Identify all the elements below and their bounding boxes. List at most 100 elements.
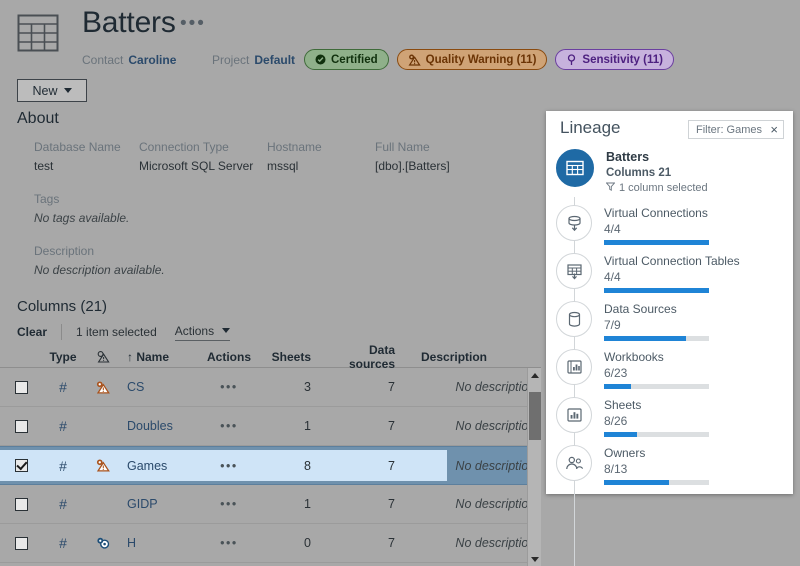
about-label: Full Name xyxy=(375,140,430,154)
header-data-sources[interactable]: Data sources xyxy=(321,343,413,371)
scroll-down-arrow-icon[interactable] xyxy=(528,552,541,566)
header-name[interactable]: ↑ Name xyxy=(123,350,199,364)
table-row[interactable]: # Doubles ••• 1 7 No description xyxy=(0,407,541,446)
title-more-menu-icon[interactable]: ••• xyxy=(180,14,206,33)
row-checkbox-cell[interactable] xyxy=(0,380,43,394)
row-checkbox-cell[interactable] xyxy=(0,419,43,433)
lineage-node-body: Virtual Connection Tables 4/4 xyxy=(604,253,740,293)
row-name[interactable]: Doubles xyxy=(123,419,199,433)
quality-warning-icon[interactable] xyxy=(83,380,123,394)
lineage-root-subtitle: Columns 21 xyxy=(606,167,672,179)
row-content: # GIDP ••• 1 7 xyxy=(0,496,447,512)
row-type: # xyxy=(59,457,67,474)
row-checkbox-cell[interactable] xyxy=(0,497,43,511)
row-checkbox[interactable] xyxy=(15,536,28,550)
lineage-node-body: Workbooks 6/23 xyxy=(604,349,709,389)
data-source-icon xyxy=(556,301,592,337)
lineage-root-filter-note: 1 column selected xyxy=(605,181,708,196)
selected-row-highlight: # Games ••• 8 7 xyxy=(0,450,448,481)
header-type[interactable]: Type xyxy=(43,350,83,364)
lineage-root-filter-text: 1 column selected xyxy=(619,182,708,194)
lineage-node-body: Owners 8/13 xyxy=(604,445,709,485)
header-description[interactable]: Description xyxy=(413,350,513,364)
lineage-node-virtual-connection-tables[interactable]: Virtual Connection Tables 4/4 xyxy=(546,253,793,301)
about-section-title: About xyxy=(17,110,59,127)
row-actions-menu-icon[interactable]: ••• xyxy=(199,536,259,550)
workbook-icon xyxy=(556,349,592,385)
table-row[interactable]: # GIDP ••• 1 7 No description xyxy=(0,485,541,524)
badge-quality-warning[interactable]: Quality Warning (11) xyxy=(396,49,548,70)
table-row[interactable]: # CS ••• 3 7 No description xyxy=(0,368,541,407)
new-button-label: New xyxy=(32,83,58,98)
badge-sensitivity[interactable]: Sensitivity (11) xyxy=(555,49,674,70)
row-actions-menu-icon[interactable]: ••• xyxy=(199,459,259,473)
lineage-node-virtual-connections[interactable]: Virtual Connections 4/4 xyxy=(546,205,793,253)
grid-header-row: Type ↑ Name Actions Sheets Data sources … xyxy=(0,343,541,371)
lineage-progress-bar xyxy=(604,432,709,437)
table-row[interactable]: # H ••• 0 7 No description xyxy=(0,524,541,563)
columns-grid: Type ↑ Name Actions Sheets Data sources … xyxy=(0,343,541,566)
table-row[interactable]: # Games ••• 8 7 No description xyxy=(0,446,541,485)
about-description: Description No description available. xyxy=(34,242,515,280)
lineage-node-title: Virtual Connection Tables xyxy=(604,254,740,268)
row-content: # H ••• 0 7 xyxy=(0,535,447,551)
sheet-icon xyxy=(556,397,592,433)
project-label: Project xyxy=(212,53,250,67)
row-actions-menu-icon[interactable]: ••• xyxy=(199,497,259,511)
header-sheets[interactable]: Sheets xyxy=(259,350,321,364)
lineage-node-body: Batters Columns 21 1 column selected xyxy=(605,149,708,196)
columns-toolbar: Clear 1 item selected Actions xyxy=(17,322,231,342)
row-sheets-count: 8 xyxy=(304,458,311,473)
project-value[interactable]: Default xyxy=(254,53,295,67)
scroll-up-arrow-icon[interactable] xyxy=(528,368,541,382)
row-name[interactable]: CS xyxy=(123,380,199,394)
lineage-node-workbooks[interactable]: Workbooks 6/23 xyxy=(546,349,793,397)
columns-section-title: Columns (21) xyxy=(17,298,108,315)
row-actions-menu-icon[interactable]: ••• xyxy=(199,419,259,433)
quality-warning-icon[interactable] xyxy=(83,459,123,472)
lineage-node-body: Virtual Connections 4/4 xyxy=(604,205,709,245)
clear-button[interactable]: Clear xyxy=(17,325,47,339)
lineage-node-batters[interactable]: Batters Columns 21 1 column selected xyxy=(546,149,793,205)
new-button[interactable]: New xyxy=(17,79,87,102)
app-root: Batters ••• Contact Caroline Project Defau… xyxy=(0,0,800,566)
toolbar-divider xyxy=(61,324,63,340)
lineage-progress-bar xyxy=(604,336,709,341)
lineage-filter-chip[interactable]: Filter: Games × xyxy=(688,120,784,139)
close-icon[interactable]: × xyxy=(770,123,778,136)
row-name[interactable]: GIDP xyxy=(123,497,199,511)
row-actions-menu-icon[interactable]: ••• xyxy=(199,380,259,394)
row-checkbox-cell[interactable] xyxy=(0,536,43,550)
lineage-progress-bar xyxy=(604,384,709,389)
row-checkbox-cell[interactable] xyxy=(0,459,43,472)
row-checkbox[interactable] xyxy=(15,459,28,472)
vertical-scrollbar[interactable] xyxy=(527,368,541,566)
grid-body: # CS ••• 3 7 No description # Doubles ••• 1 7 No de… xyxy=(0,368,541,566)
row-data-sources-count: 7 xyxy=(388,380,395,394)
about-section: Database Name test Connection Type Micro… xyxy=(34,138,515,280)
selected-count-label: 1 item selected xyxy=(76,325,157,339)
sensitivity-icon[interactable] xyxy=(83,537,123,550)
lineage-progress-bar xyxy=(604,240,709,245)
lineage-node-count: 4/4 xyxy=(604,222,621,236)
page-header: Batters ••• Contact Caroline Project Defau… xyxy=(0,0,800,102)
lineage-node-owners[interactable]: Owners 8/13 xyxy=(546,445,793,493)
row-checkbox[interactable] xyxy=(15,380,28,394)
lineage-node-count: 8/13 xyxy=(604,462,628,476)
quality-warning-icon[interactable] xyxy=(83,350,123,363)
chevron-down-icon xyxy=(222,328,231,333)
row-data-sources-count: 7 xyxy=(388,419,395,433)
contact-value[interactable]: Caroline xyxy=(128,53,176,67)
scrollbar-thumb[interactable] xyxy=(529,392,541,440)
row-checkbox[interactable] xyxy=(15,419,28,433)
row-name[interactable]: Games xyxy=(123,459,199,473)
lineage-node-data-sources[interactable]: Data Sources 7/9 xyxy=(546,301,793,349)
row-checkbox[interactable] xyxy=(15,497,28,511)
row-content: # Doubles ••• 1 7 xyxy=(0,418,447,434)
row-name[interactable]: H xyxy=(123,536,199,550)
contact-label: Contact xyxy=(82,53,124,67)
badge-certified[interactable]: Certified xyxy=(304,49,389,70)
about-label: Connection Type xyxy=(139,140,229,154)
lineage-node-sheets[interactable]: Sheets 8/26 xyxy=(546,397,793,445)
actions-dropdown[interactable]: Actions xyxy=(174,324,231,341)
